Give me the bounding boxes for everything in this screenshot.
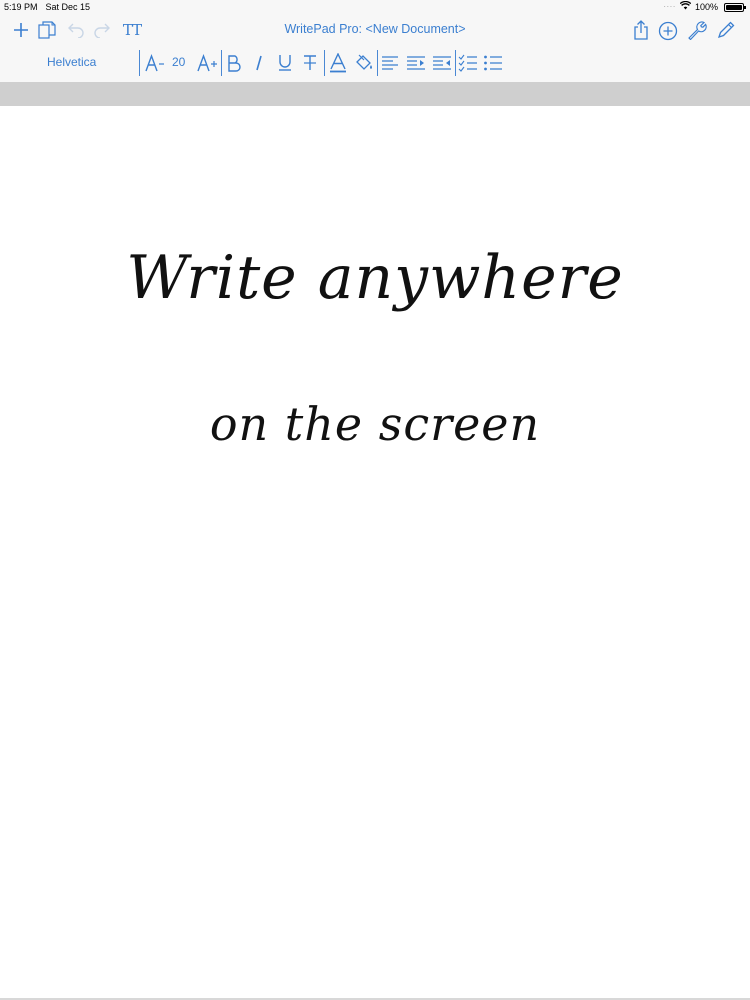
undo-icon[interactable] [66,20,86,40]
toolbar-divider [221,50,222,76]
indent-icon[interactable] [405,52,427,74]
writepad-screen: 5:19 PM Sat Dec 15 ···· 100% TT WritePad… [0,0,750,1000]
text-size-label: TT [122,21,142,39]
toolbar-divider [139,50,140,76]
outdent-icon[interactable] [431,52,453,74]
status-bar: 5:19 PM Sat Dec 15 ···· 100% [0,0,750,14]
text-size-icon[interactable]: TT [120,20,144,40]
status-date: Sat Dec 15 [45,2,91,12]
wifi-icon [679,0,692,14]
plus-icon[interactable] [11,20,31,40]
toolbar-divider [455,50,456,76]
battery-percent: 100% [694,2,718,12]
writing-canvas[interactable]: Write anywhere on the screen [0,106,750,998]
increase-font-icon[interactable] [196,52,220,74]
italic-icon[interactable] [250,52,268,74]
wrench-icon[interactable] [686,19,708,41]
documents-icon[interactable] [36,20,58,40]
toolbar: TT WritePad Pro: <New Document> Helvetic… [0,14,750,82]
battery-icon [724,2,746,12]
toolbar-divider [377,50,378,76]
bullet-list-icon[interactable] [482,52,504,74]
status-right: ···· 100% [663,0,746,14]
align-left-icon[interactable] [380,52,400,74]
checklist-icon[interactable] [457,52,479,74]
status-left: 5:19 PM Sat Dec 15 [4,0,90,14]
handwritten-line-2: on the screen [209,397,541,451]
handwritten-line-1: Write anywhere [126,243,624,313]
strikethrough-icon[interactable] [300,52,320,74]
document-title[interactable]: WritePad Pro: <New Document> [284,22,465,36]
status-time: 5:19 PM [4,2,38,12]
share-icon[interactable] [631,19,651,41]
toolbar-divider [324,50,325,76]
fill-color-icon[interactable] [353,52,375,74]
pen-icon[interactable] [715,19,737,41]
underline-icon[interactable] [275,52,295,74]
bold-icon[interactable] [224,52,244,74]
decrease-font-icon[interactable] [144,52,166,74]
font-name-button[interactable]: Helvetica [47,55,96,69]
battery-fill [726,4,742,10]
redo-icon[interactable] [92,20,112,40]
text-color-icon[interactable] [327,52,349,74]
add-circle-icon[interactable] [657,20,678,41]
font-size-value[interactable]: 20 [172,55,185,69]
ruler-band [0,82,750,106]
signal-icon: ···· [663,2,676,11]
